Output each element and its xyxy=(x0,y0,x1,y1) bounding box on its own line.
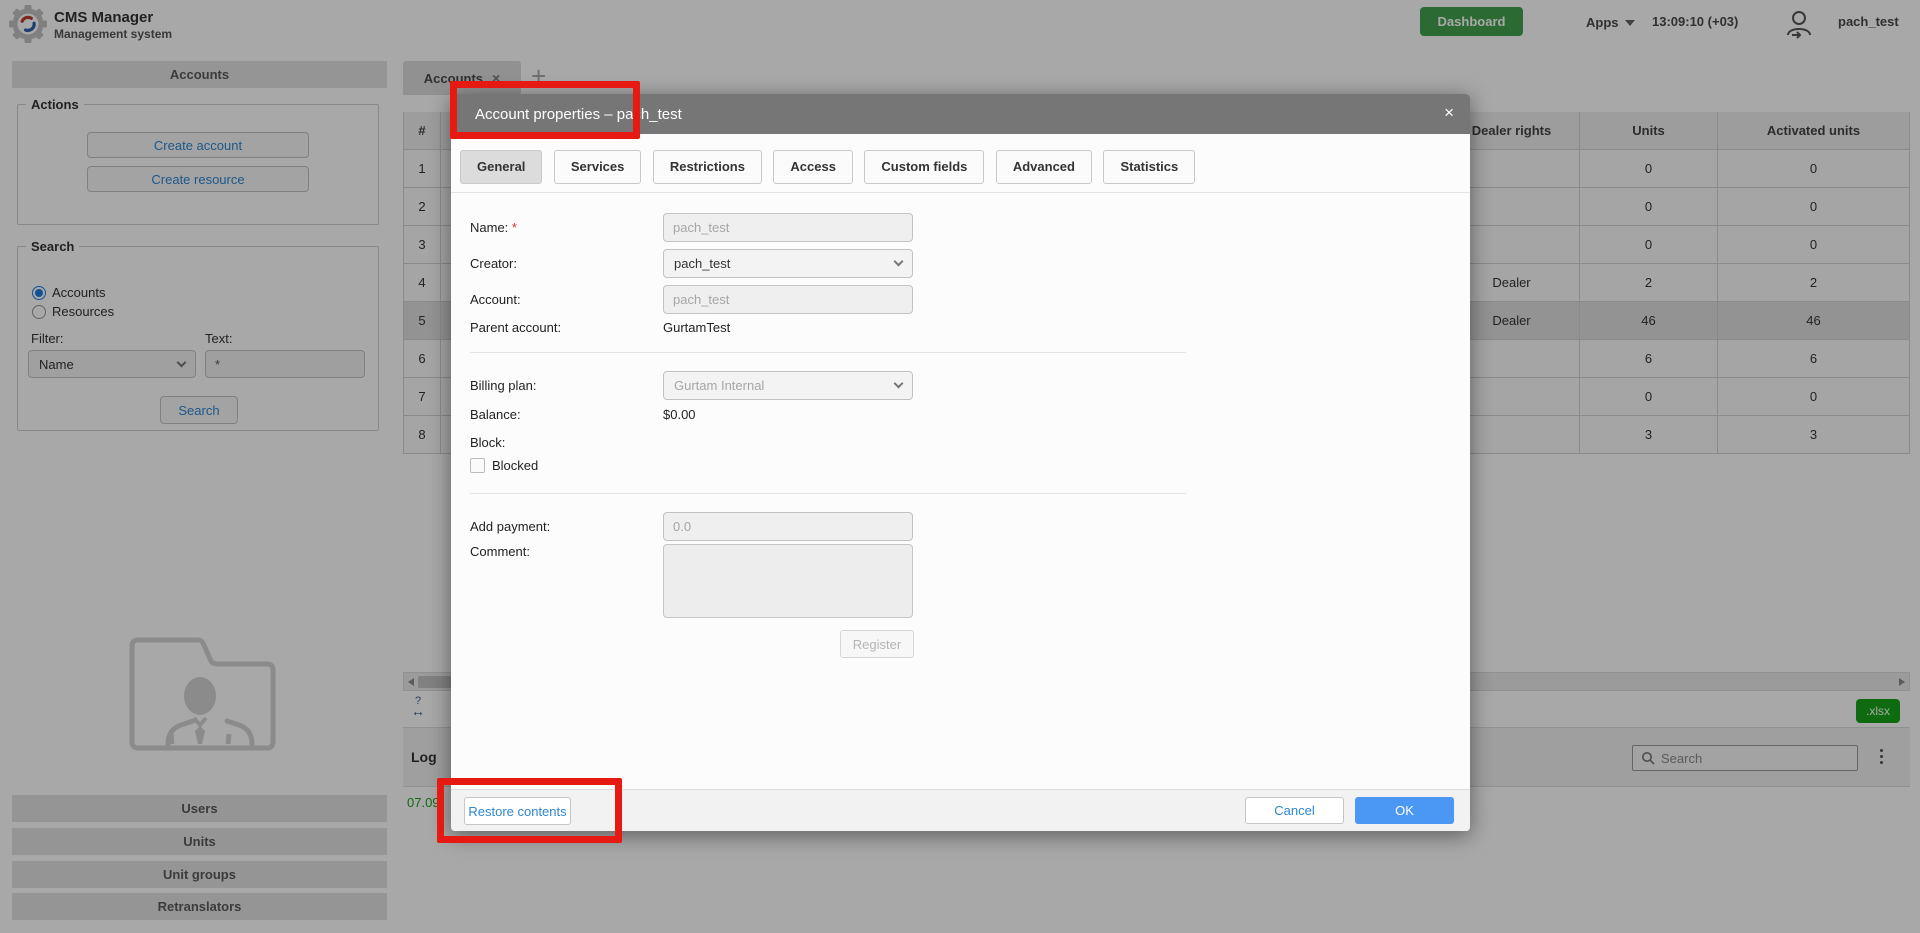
add-payment-input xyxy=(663,512,913,541)
restore-contents-button[interactable]: Restore contents xyxy=(464,797,571,825)
comment-textarea xyxy=(663,544,913,618)
close-icon[interactable]: × xyxy=(1444,104,1454,121)
chevron-down-icon xyxy=(894,379,904,389)
tab-general[interactable]: General xyxy=(460,150,542,184)
tabs-divider xyxy=(451,192,1470,193)
tab-access[interactable]: Access xyxy=(773,150,853,184)
block-label: Block: xyxy=(470,435,505,450)
required-mark: * xyxy=(512,220,517,235)
name-label: Name: * xyxy=(470,220,517,235)
blocked-checkbox-row: Blocked xyxy=(470,458,538,473)
tab-services[interactable]: Services xyxy=(554,150,642,184)
dialog-tabs: General Services Restrictions Access Cus… xyxy=(460,150,1202,184)
dialog-title: Account properties – pach_test xyxy=(475,106,682,123)
parent-account-label: Parent account: xyxy=(470,320,561,335)
tab-advanced[interactable]: Advanced xyxy=(996,150,1092,184)
billing-plan-label: Billing plan: xyxy=(470,378,537,393)
chevron-down-icon xyxy=(894,257,904,267)
billing-plan-select: Gurtam Internal xyxy=(663,371,913,400)
creator-select[interactable]: pach_test xyxy=(663,249,913,278)
dialog-titlebar: Account properties – pach_test × xyxy=(451,94,1470,134)
add-payment-label: Add payment: xyxy=(470,519,550,534)
creator-label: Creator: xyxy=(470,256,517,271)
ok-button[interactable]: OK xyxy=(1355,797,1454,824)
register-button: Register xyxy=(840,630,914,658)
cms-manager-app: CMS Manager Management system Dashboard … xyxy=(0,0,1920,933)
cancel-button[interactable]: Cancel xyxy=(1245,797,1344,824)
parent-account-value: GurtamTest xyxy=(663,320,730,335)
balance-value: $0.00 xyxy=(663,407,696,422)
comment-label: Comment: xyxy=(470,544,530,559)
account-label: Account: xyxy=(470,292,521,307)
tab-statistics[interactable]: Statistics xyxy=(1103,150,1195,184)
blocked-checkbox[interactable] xyxy=(470,458,485,473)
balance-label: Balance: xyxy=(470,407,521,422)
section-divider xyxy=(470,493,1186,494)
dialog-footer: Restore contents Cancel OK xyxy=(451,789,1470,831)
account-properties-dialog: Account properties – pach_test × General… xyxy=(451,94,1470,831)
name-input xyxy=(663,213,913,242)
tab-restrictions[interactable]: Restrictions xyxy=(653,150,762,184)
tab-custom-fields[interactable]: Custom fields xyxy=(864,150,984,184)
account-input xyxy=(663,285,913,314)
section-divider xyxy=(470,352,1186,353)
